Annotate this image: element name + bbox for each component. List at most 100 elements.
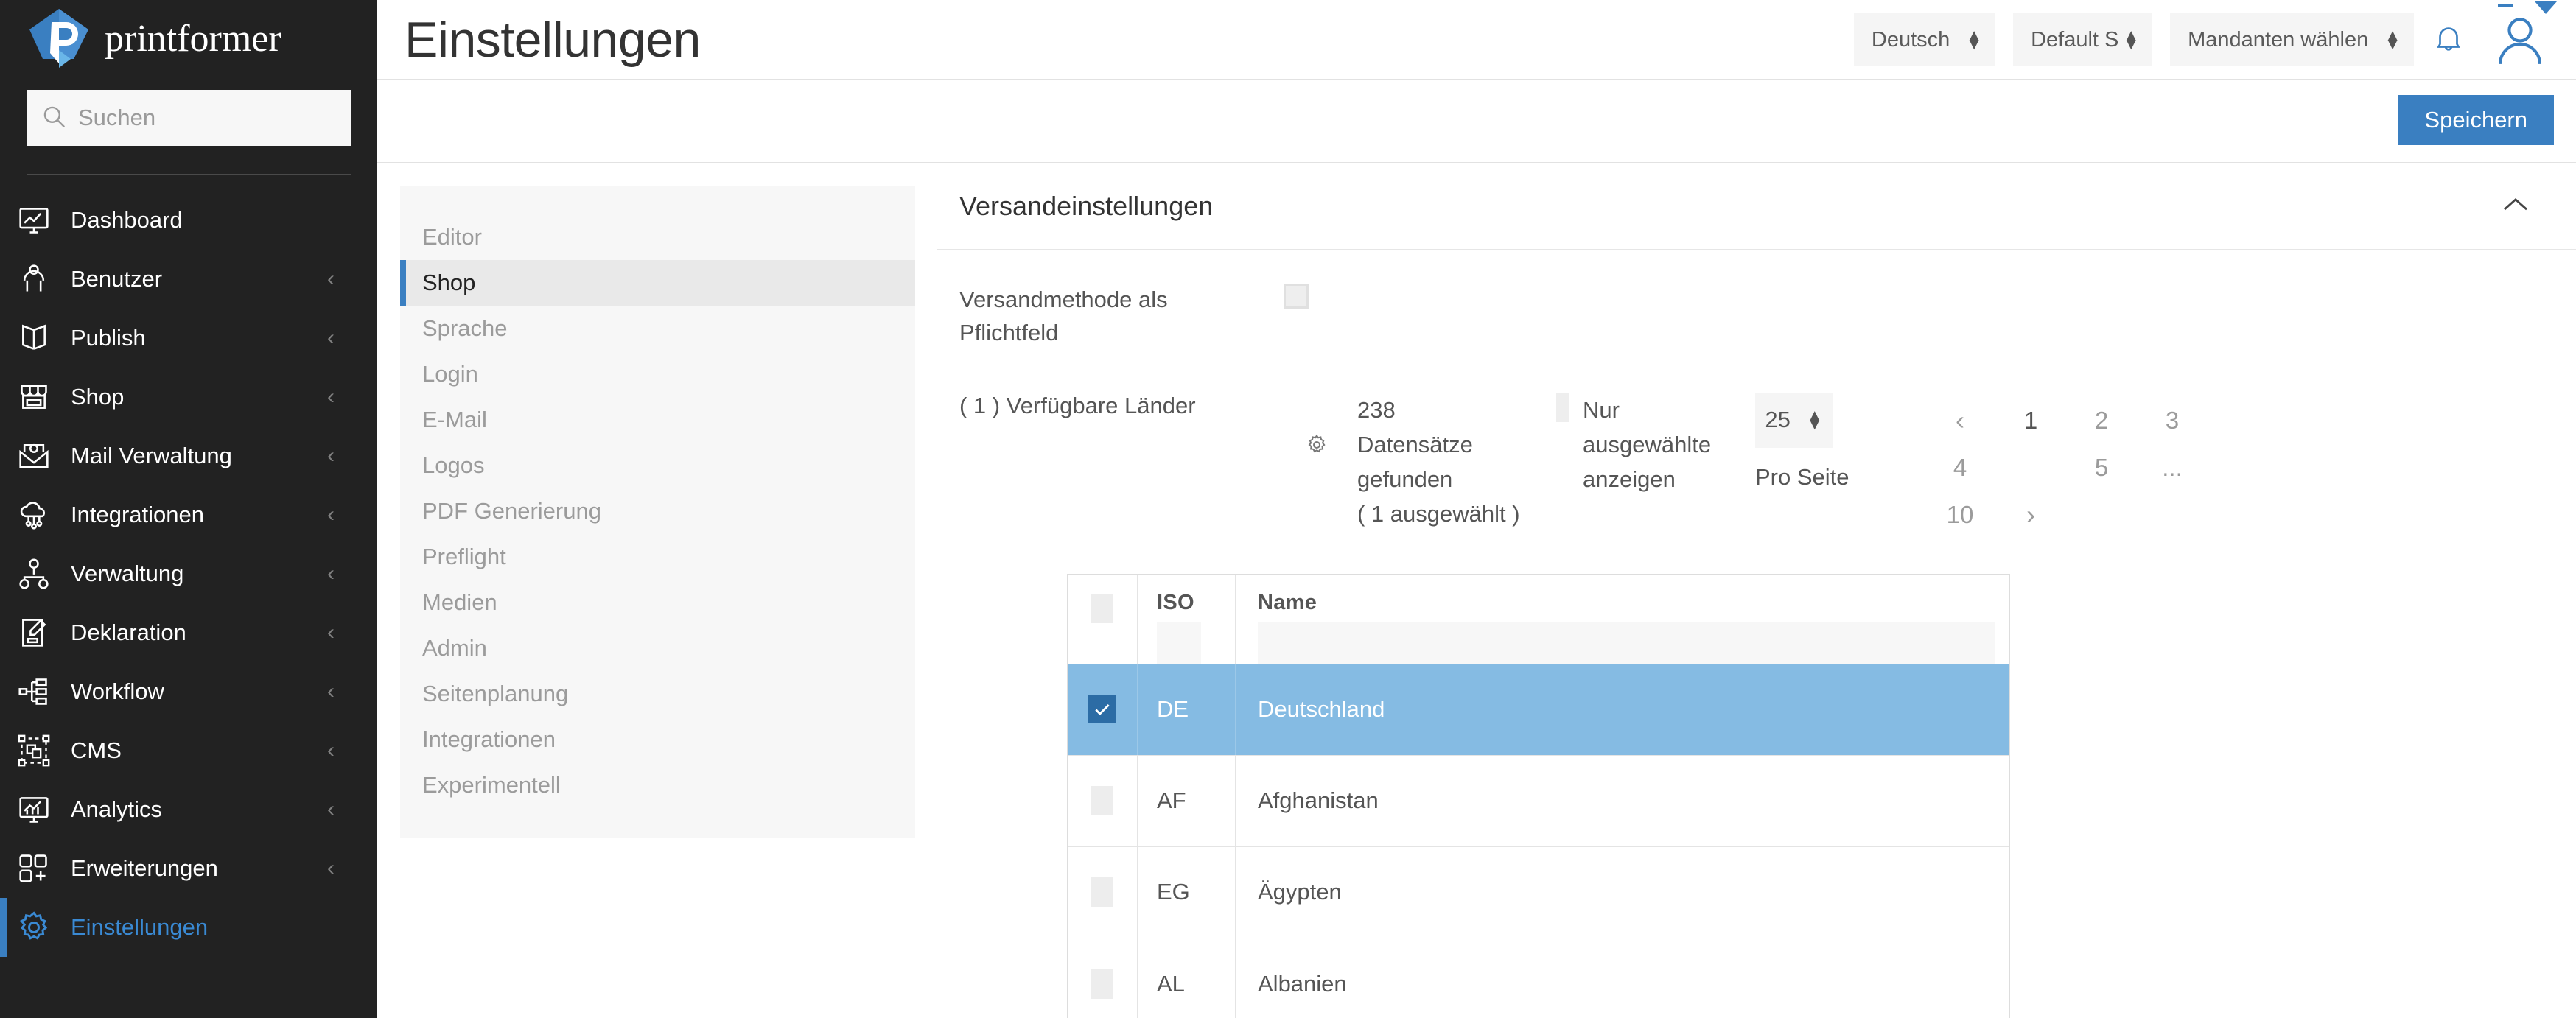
subnav-item-logos[interactable]: Logos [400, 443, 915, 488]
workflow-icon [13, 671, 55, 712]
sidebar-item-einstellungen[interactable]: Einstellungen [0, 898, 377, 957]
pagination-page-1[interactable]: 1 [1995, 397, 2066, 444]
topbar-controls: Deutsch ▲▼ Default S ▲▼ Mandanten wählen… [1854, 0, 2576, 80]
sidebar-item-workflow[interactable]: Workflow ‹ [0, 662, 377, 721]
shipping-required-label-line2: Pflichtfeld [959, 317, 1284, 350]
table-row[interactable]: DE Deutschland [1068, 664, 2009, 756]
subnav-item-sprache[interactable]: Sprache [400, 306, 915, 351]
only-selected-label-line3: anzeigen [1583, 462, 1711, 496]
only-selected-label-line2: ausgewählte [1583, 427, 1711, 462]
sidebar-item-benutzer[interactable]: Benutzer ‹ [0, 250, 377, 309]
subnav-item-admin[interactable]: Admin [400, 625, 915, 671]
brand-logo[interactable]: printformer [0, 0, 377, 77]
subnav-item-login[interactable]: Login [400, 351, 915, 397]
sidebar-item-publish[interactable]: Publish ‹ [0, 309, 377, 368]
search-input[interactable] [78, 105, 336, 131]
sidebar-item-verwaltung[interactable]: Verwaltung ‹ [0, 544, 377, 603]
sidebar-divider [27, 174, 351, 175]
shipping-required-checkbox[interactable] [1284, 284, 1309, 309]
sidebar-item-label: Analytics [71, 796, 162, 823]
per-page-label: Pro Seite [1755, 464, 1925, 491]
table-row[interactable]: AF Afghanistan [1068, 756, 2009, 847]
chevron-left-icon[interactable]: ‹ [327, 445, 335, 467]
pagination-page-10[interactable]: 10 [1925, 491, 1995, 538]
row-checkbox[interactable] [1091, 969, 1113, 999]
subnav-item-editor[interactable]: Editor [400, 214, 915, 260]
sidebar-item-cms[interactable]: CMS ‹ [0, 721, 377, 780]
chevron-down-icon[interactable] [2535, 1, 2557, 14]
chevron-left-icon[interactable]: ‹ [327, 327, 335, 349]
chevron-left-icon[interactable]: ‹ [327, 798, 335, 821]
pagination: ‹ 1 2 3 4 x 5 ... 10 › [1925, 393, 2241, 538]
row-checkbox[interactable] [1091, 877, 1113, 907]
chevron-left-icon[interactable]: ‹ [327, 740, 335, 762]
row-checkbox[interactable] [1091, 786, 1113, 815]
spinner-icon: ▲▼ [1966, 31, 1982, 49]
table-row[interactable]: EG Ägypten [1068, 847, 2009, 938]
sidebar-item-shop[interactable]: Shop ‹ [0, 368, 377, 426]
select-all-cell [1068, 575, 1138, 664]
iso-filter-input[interactable] [1157, 622, 1201, 664]
subnav-item-label: Sprache [422, 315, 507, 342]
chevron-left-icon[interactable]: ‹ [327, 857, 335, 880]
sidebar-item-dashboard[interactable]: Dashboard [0, 191, 377, 250]
subnav-item-pdf-generierung[interactable]: PDF Generierung [400, 488, 915, 534]
select-all-checkbox[interactable] [1091, 594, 1113, 623]
countries-settings-button[interactable] [1306, 393, 1357, 460]
chevron-left-icon[interactable]: ‹ [327, 504, 335, 526]
dashboard-icon [13, 200, 55, 241]
name-filter-input[interactable] [1258, 622, 1995, 664]
save-button[interactable]: Speichern [2398, 95, 2554, 145]
pagination-next[interactable]: › [1995, 491, 2066, 538]
row-select-cell [1068, 664, 1138, 755]
actionbar: Speichern [377, 80, 2576, 163]
sidebar-item-label: Shop [71, 384, 124, 410]
search-box[interactable] [27, 90, 351, 146]
sidebar-item-label: Deklaration [71, 619, 186, 646]
sidebar-item-integrationen[interactable]: Integrationen ‹ [0, 485, 377, 544]
row-checkbox-checked[interactable] [1088, 695, 1116, 723]
sidebar-item-erweiterungen[interactable]: Erweiterungen ‹ [0, 839, 377, 898]
page-title: Einstellungen [405, 11, 701, 69]
only-selected-checkbox[interactable] [1556, 393, 1569, 422]
sidebar-item-mail-verwaltung[interactable]: Mail Verwaltung ‹ [0, 426, 377, 485]
tenant-select[interactable]: Mandanten wählen ▲▼ [2170, 13, 2414, 66]
org-chart-icon [13, 553, 55, 594]
sidebar-item-label: Publish [71, 325, 146, 351]
chevron-left-icon[interactable]: ‹ [327, 563, 335, 585]
content-area: Editor Shop Sprache Login E-Mail Logos P… [377, 163, 2576, 1017]
subnav-item-seitenplanung[interactable]: Seitenplanung [400, 671, 915, 717]
pagination-page-4[interactable]: 4 [1925, 444, 1995, 491]
row-iso: EG [1138, 847, 1236, 938]
pagination-page-5[interactable]: 5 [2066, 444, 2137, 491]
notifications-button[interactable] [2432, 21, 2465, 59]
account-menu[interactable] [2492, 10, 2548, 70]
subnav-item-medien[interactable]: Medien [400, 580, 915, 625]
row-name: Afghanistan [1236, 756, 2009, 846]
chevron-left-icon[interactable]: ‹ [327, 622, 335, 644]
table-row[interactable]: AL Albanien [1068, 938, 2009, 1018]
chevron-left-icon[interactable]: ‹ [327, 268, 335, 290]
shipping-required-label: Versandmethode als Pflichtfeld [959, 284, 1284, 350]
chevron-up-icon[interactable] [2501, 194, 2530, 217]
column-header-name: Name [1236, 575, 2009, 664]
subnav-item-integrationen[interactable]: Integrationen [400, 717, 915, 762]
per-page-select[interactable]: 25 ▲▼ [1755, 393, 1833, 448]
subnav-item-experimentell[interactable]: Experimentell [400, 762, 915, 808]
subnav-item-preflight[interactable]: Preflight [400, 534, 915, 580]
records-selected-count: ( 1 ausgewählt ) [1357, 496, 1556, 531]
subnav-item-e-mail[interactable]: E-Mail [400, 397, 915, 443]
chevron-left-icon[interactable]: ‹ [327, 386, 335, 408]
sidebar-item-deklaration[interactable]: Deklaration ‹ [0, 603, 377, 662]
app-root: printformer [0, 0, 2576, 1018]
pagination-page-3[interactable]: 3 [2137, 397, 2208, 444]
pagination-prev[interactable]: ‹ [1925, 397, 1995, 444]
subnav-item-label: Editor [422, 224, 482, 250]
subnav-item-shop[interactable]: Shop [400, 260, 915, 306]
pagination-page-2[interactable]: 2 [2066, 397, 2137, 444]
sidebar-item-analytics[interactable]: Analytics ‹ [0, 780, 377, 839]
chevron-left-icon[interactable]: ‹ [327, 681, 335, 703]
sidebar-search [0, 77, 377, 146]
language-select[interactable]: Deutsch ▲▼ [1854, 13, 1995, 66]
profile-select[interactable]: Default S ▲▼ [2013, 13, 2152, 66]
